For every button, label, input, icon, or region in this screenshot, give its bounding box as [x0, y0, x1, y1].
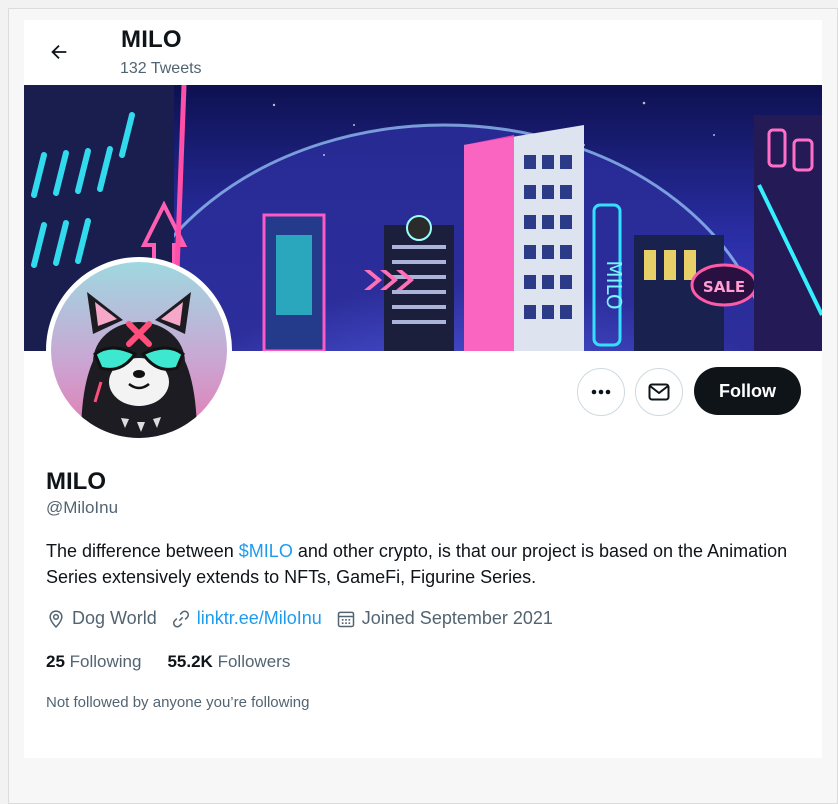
tweet-count: 132 Tweets — [120, 60, 202, 77]
follow-counts: 25 Following 55.2K Followers — [46, 652, 316, 672]
more-options-button[interactable] — [577, 368, 625, 416]
not-followed-note: Not followed by anyone you’re following — [46, 694, 310, 711]
profile-bio: The difference between $MILO and other c… — [46, 538, 806, 590]
website-item: linktr.ee/MiloInu — [171, 608, 322, 629]
profile-meta: Dog World linktr.ee/MiloInu Joined Septe… — [46, 608, 567, 629]
profile-handle: @MiloInu — [46, 498, 119, 517]
joined-text: Joined September 2021 — [361, 608, 553, 628]
following-count: 25 — [46, 652, 65, 671]
link-icon — [172, 610, 189, 627]
bio-text-start: The difference between — [46, 541, 239, 561]
profile-card: MILO 132 Tweets MILO SALE Follow MILO @M… — [24, 20, 822, 758]
followers-label: Followers — [217, 652, 291, 671]
profile-avatar[interactable] — [46, 257, 232, 443]
banner-sale-sign: SALE — [703, 278, 745, 296]
website-link[interactable]: linktr.ee/MiloInu — [197, 608, 322, 629]
location-text: Dog World — [72, 608, 157, 628]
location-pin-icon — [49, 609, 63, 628]
arrow-left-icon — [51, 44, 67, 60]
following-label: Following — [69, 652, 142, 671]
header-title: MILO — [121, 26, 182, 53]
cashtag-link[interactable]: $MILO — [239, 541, 293, 561]
banner-milo-sign: MILO — [602, 260, 626, 309]
profile-name: MILO — [46, 468, 106, 495]
calendar-icon — [337, 611, 355, 627]
following-link[interactable]: 25 Following — [46, 652, 141, 672]
shiba-avatar-illustration — [81, 292, 197, 438]
back-button[interactable] — [46, 39, 72, 65]
followers-count: 55.2K — [167, 652, 213, 671]
ellipsis-icon — [591, 389, 611, 395]
follow-button[interactable]: Follow — [694, 367, 801, 415]
envelope-icon — [648, 383, 670, 401]
message-button[interactable] — [635, 368, 683, 416]
joined-item: Joined September 2021 — [336, 608, 553, 629]
location-item: Dog World — [46, 608, 157, 629]
followers-link[interactable]: 55.2K Followers — [167, 652, 290, 672]
